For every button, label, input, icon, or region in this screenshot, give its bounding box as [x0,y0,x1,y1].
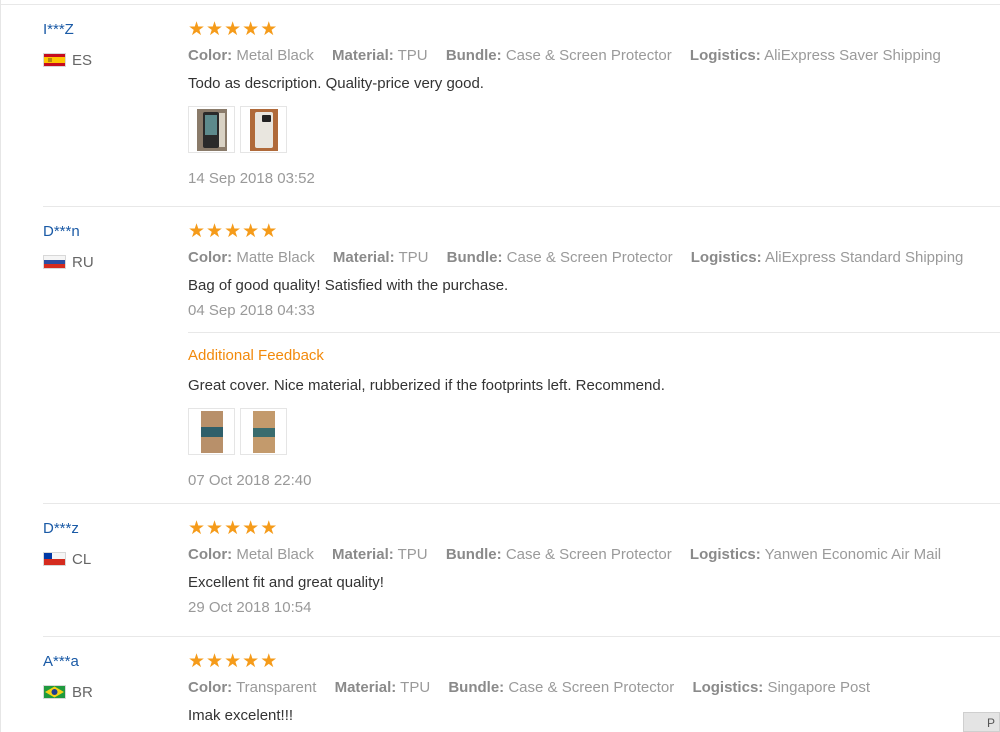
star-rating: ★ ★ ★ ★ ★ [188,20,1000,40]
star-icon: ★ [242,518,260,539]
attr-material: Material: TPU [334,679,431,696]
country-code: CL [72,550,92,568]
br-flag-shape [45,686,64,698]
reviewer-name[interactable]: D***z [43,519,163,539]
photo-thumbnail[interactable] [188,408,235,455]
reviewer-name[interactable]: I***Z [43,20,163,40]
reviewer-country: RU [43,253,163,271]
additional-feedback: Additional Feedback Great cover. Nice ma… [188,346,1000,491]
star-icon: ★ [188,651,206,672]
attr-material: Material: TPU [332,546,428,563]
review-text: Excellent fit and great quality! [188,574,384,591]
reviewer-info: I***Z ES [43,20,163,69]
review-date: 04 Sep 2018 04:33 [188,302,315,319]
cl-flag-icon [43,552,66,566]
phone-case-photo-icon [252,410,275,453]
photo-thumbnail[interactable] [240,106,287,153]
review-date: 29 Oct 2018 10:54 [188,599,312,616]
additional-photos [188,408,1000,455]
star-icon: ★ [188,221,206,242]
star-icon: ★ [188,518,206,539]
review-divider [43,206,1000,207]
star-icon: ★ [224,221,242,242]
reviews-page: I***Z ES ★ ★ ★ ★ ★ Color: Metal Black Materi… [0,0,1000,732]
photo-thumbnail[interactable] [188,106,235,153]
star-rating: ★ ★ ★ ★ ★ [188,519,1000,539]
star-icon: ★ [260,651,278,672]
star-icon: ★ [224,651,242,672]
reviewer-country: ES [43,51,163,69]
attr-color: Color: Metal Black [188,546,314,563]
star-icon: ★ [260,19,278,40]
additional-feedback-date: 07 Oct 2018 22:40 [188,472,312,489]
attr-bundle: Bundle: Case & Screen Protector [446,249,673,266]
review-body: ★ ★ ★ ★ ★ Color: Metal Black Material: TPU B… [188,20,1000,189]
attr-bundle: Bundle: Case & Screen Protector [448,679,675,696]
additional-feedback-text: Great cover. Nice material, rubberized i… [188,377,665,394]
additional-divider [188,332,1000,333]
star-icon: ★ [242,221,260,242]
reviewer-info: D***z CL [43,519,163,568]
attr-color: Color: Metal Black [188,47,314,64]
star-icon: ★ [206,651,224,672]
reviewer-name[interactable]: D***n [43,222,163,242]
star-icon: ★ [242,19,260,40]
additional-feedback-title: Additional Feedback [188,347,324,364]
review-text: Bag of good quality! Satisfied with the … [188,277,509,294]
order-attributes: Color: Metal Black Material: TPU Bundle:… [188,545,1000,565]
br-flag-icon [43,685,66,699]
star-icon: ★ [260,221,278,242]
attr-bundle: Bundle: Case & Screen Protector [445,546,672,563]
attr-color: Color: Matte Black [188,249,315,266]
star-icon: ★ [206,221,224,242]
star-icon: ★ [224,19,242,40]
attr-material: Material: TPU [332,47,428,64]
review-date: 14 Sep 2018 03:52 [188,170,315,187]
attr-logistics: Logistics: AliExpress Standard Shipping [690,249,964,266]
phone-case-photo-icon [249,108,278,151]
review-body: ★ ★ ★ ★ ★ Color: Transparent Material: TPU B… [188,652,1000,726]
star-icon: ★ [260,518,278,539]
order-attributes: Color: Metal Black Material: TPU Bundle:… [188,46,1000,66]
reviewer-name[interactable]: A***a [43,652,163,672]
star-icon: ★ [188,19,206,40]
scroll-corner-button[interactable]: P [963,712,1000,732]
reviewer-country: CL [43,550,163,568]
star-rating: ★ ★ ★ ★ ★ [188,222,1000,242]
order-attributes: Color: Transparent Material: TPU Bundle:… [188,678,1000,698]
attr-logistics: Logistics: Singapore Post [692,679,871,696]
attr-logistics: Logistics: AliExpress Saver Shipping [689,47,941,64]
photo-thumbnail[interactable] [240,408,287,455]
review-text: Imak excelent!!! [188,707,294,724]
review-body: ★ ★ ★ ★ ★ Color: Matte Black Material: TPU B… [188,222,1000,489]
attr-color: Color: Transparent [188,679,317,696]
review-text: Todo as description. Quality-price very … [188,75,484,92]
review-divider [43,503,1000,504]
star-rating: ★ ★ ★ ★ ★ [188,652,1000,672]
top-divider [1,4,1000,5]
order-attributes: Color: Matte Black Material: TPU Bundle:… [188,248,1000,268]
review-photos [188,106,1000,153]
country-code: ES [72,51,93,69]
country-code: BR [72,683,93,701]
reviewer-info: D***n RU [43,222,163,271]
attr-bundle: Bundle: Case & Screen Protector [445,47,672,64]
ru-flag-icon [43,255,66,269]
attr-material: Material: TPU [332,249,429,266]
review-body: ★ ★ ★ ★ ★ Color: Metal Black Material: TPU B… [188,519,1000,618]
attr-logistics: Logistics: Yanwen Economic Air Mail [689,546,942,563]
star-icon: ★ [206,518,224,539]
review-divider [43,636,1000,637]
reviewer-info: A***a BR [43,652,163,701]
star-icon: ★ [224,518,242,539]
country-code: RU [72,253,94,271]
star-icon: ★ [206,19,224,40]
reviewer-country: BR [43,683,163,701]
star-icon: ★ [242,651,260,672]
phone-case-photo-icon [200,410,223,453]
es-flag-icon [43,53,66,67]
phone-case-photo-icon [196,108,227,151]
